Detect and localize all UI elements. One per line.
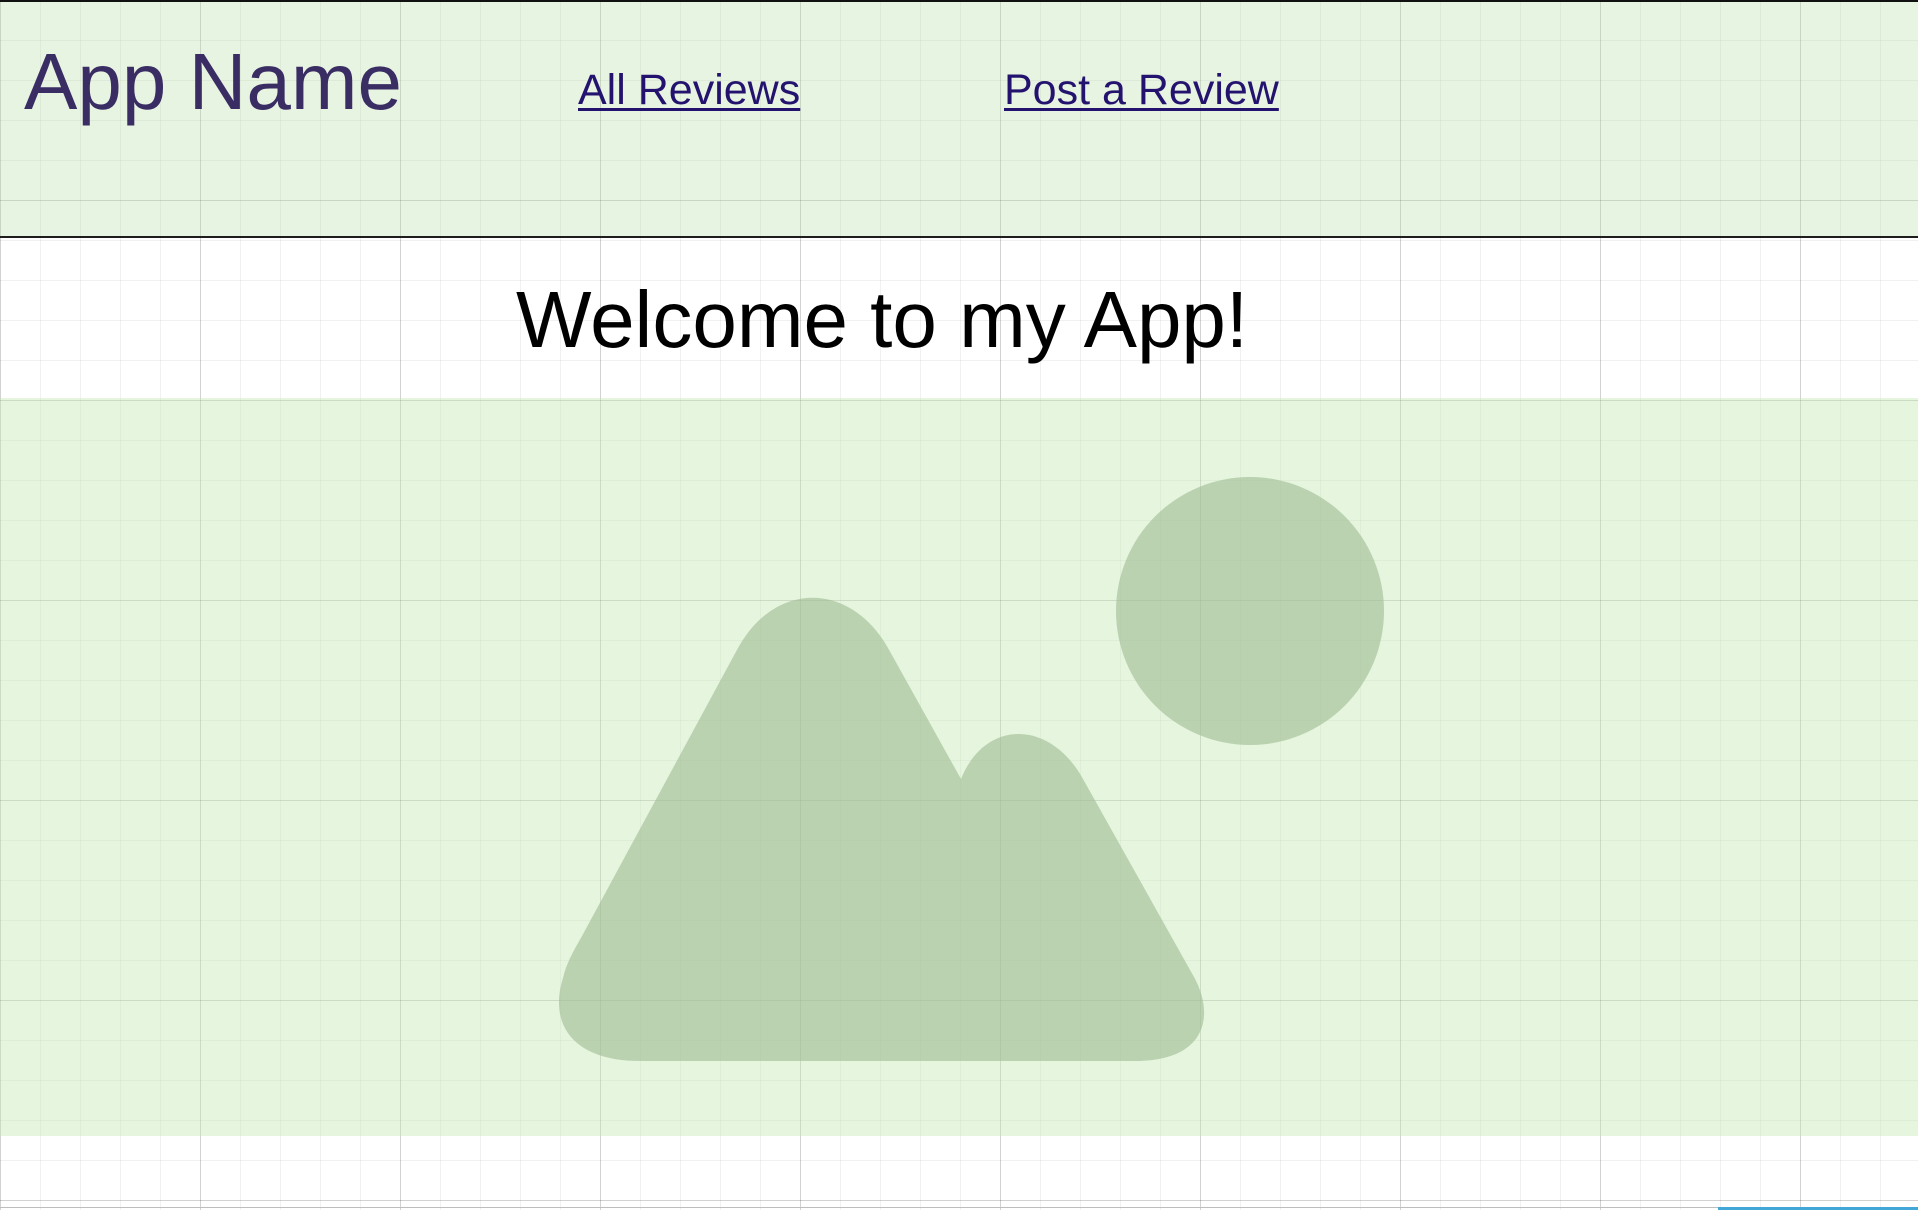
nav-link-all-reviews[interactable]: All Reviews xyxy=(578,64,800,116)
hero-image-placeholder xyxy=(0,398,1918,1136)
app-name-title: App Name xyxy=(24,37,402,126)
nav-link-post-a-review[interactable]: Post a Review xyxy=(1004,64,1279,116)
site-header: App Name All Reviews Post a Review xyxy=(0,2,1918,238)
welcome-heading: Welcome to my App! xyxy=(516,275,1249,364)
image-placeholder-icon xyxy=(558,477,1384,1061)
mountain-icon-shape xyxy=(558,597,1205,1061)
bottom-divider xyxy=(0,1207,1918,1208)
page-canvas: App Name All Reviews Post a Review Welco… xyxy=(0,0,1918,1210)
sun-icon-shape xyxy=(1116,477,1384,745)
